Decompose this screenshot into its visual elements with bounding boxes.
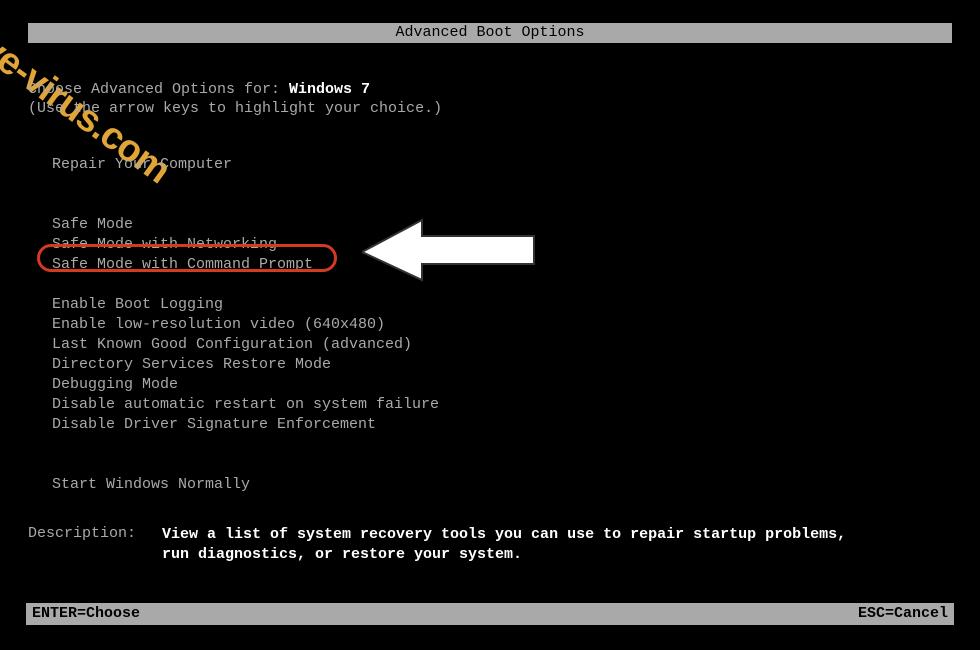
boot-options-menu: Repair Your Computer Safe Mode Safe Mode… [52, 155, 439, 495]
menu-item-safe-mode-networking[interactable]: Safe Mode with Networking [52, 235, 439, 255]
title-bar: Advanced Boot Options [28, 23, 952, 43]
footer-bar: ENTER=Choose ESC=Cancel [26, 603, 954, 625]
menu-item-last-known-good[interactable]: Last Known Good Configuration (advanced) [52, 335, 439, 355]
menu-item-disable-driver-sig[interactable]: Disable Driver Signature Enforcement [52, 415, 439, 435]
menu-item-safe-mode-command-prompt[interactable]: Safe Mode with Command Prompt [52, 255, 439, 275]
menu-spacer [52, 455, 439, 475]
hint-text: (Use the arrow keys to highlight your ch… [28, 100, 442, 117]
menu-item-boot-logging[interactable]: Enable Boot Logging [52, 295, 439, 315]
description-text: View a list of system recovery tools you… [162, 525, 882, 565]
prompt-label: Choose Advanced Options for: [28, 81, 289, 98]
menu-spacer [52, 175, 439, 195]
footer-enter-hint: ENTER=Choose [32, 603, 140, 625]
menu-spacer [52, 435, 439, 455]
menu-spacer [52, 195, 439, 215]
menu-item-safe-mode[interactable]: Safe Mode [52, 215, 439, 235]
menu-item-directory-services-restore[interactable]: Directory Services Restore Mode [52, 355, 439, 375]
menu-item-start-normally[interactable]: Start Windows Normally [52, 475, 439, 495]
menu-item-repair-computer[interactable]: Repair Your Computer [52, 155, 439, 175]
menu-spacer [52, 275, 439, 295]
os-name: Windows 7 [289, 81, 370, 98]
menu-item-low-res-video[interactable]: Enable low-resolution video (640x480) [52, 315, 439, 335]
footer-esc-hint: ESC=Cancel [858, 603, 948, 625]
menu-item-disable-auto-restart[interactable]: Disable automatic restart on system fail… [52, 395, 439, 415]
choose-prompt: Choose Advanced Options for: Windows 7 [28, 81, 370, 98]
menu-item-debugging-mode[interactable]: Debugging Mode [52, 375, 439, 395]
description-label: Description: [28, 525, 136, 542]
